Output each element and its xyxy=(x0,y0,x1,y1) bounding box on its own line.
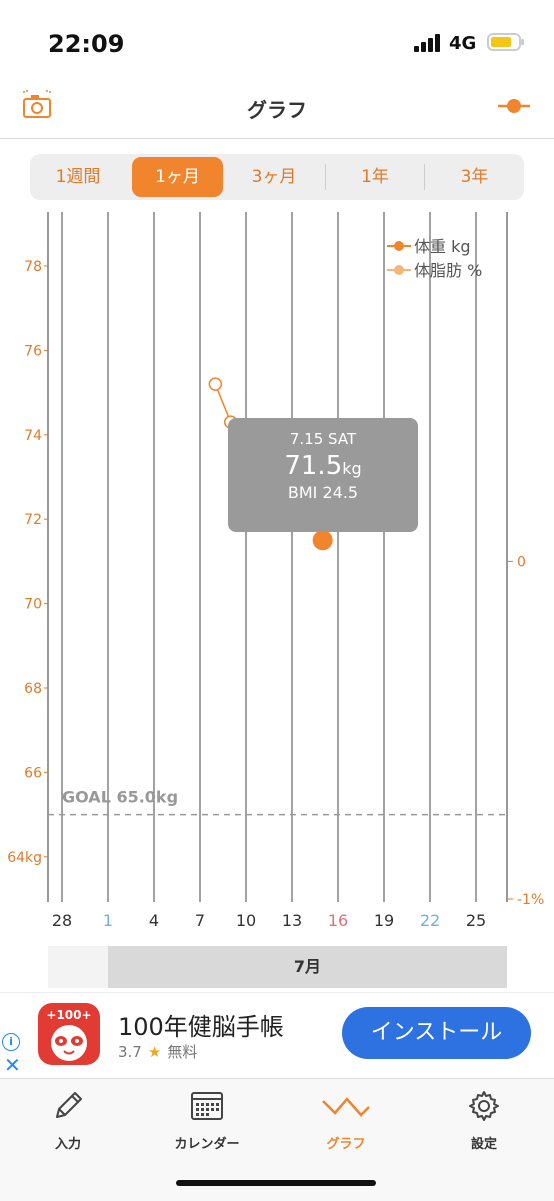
month-bar-prev xyxy=(48,946,108,988)
weight-point xyxy=(312,530,333,551)
x-tick-label: 4 xyxy=(149,911,159,930)
signal-icon xyxy=(414,34,444,52)
line-legend-icon[interactable] xyxy=(498,96,530,116)
svg-text:+100+: +100+ xyxy=(46,1008,91,1022)
y-tick-label: 66 xyxy=(24,765,42,781)
chart-canvas: 28 1 4 7 10 13 16 19 22 25 78 76 74 72 70 68 66 64kg 0 -1% G… xyxy=(7,212,544,930)
x-tick-label: 1 xyxy=(103,911,113,930)
gear-icon xyxy=(469,1091,499,1121)
tab-settings[interactable]: 設定 xyxy=(424,1089,544,1152)
status-time: 22:09 xyxy=(48,30,125,58)
y-tick-label: 74 xyxy=(24,428,42,444)
tooltip-date: 7.15 SAT xyxy=(289,430,357,448)
tab-3-years[interactable]: 3年 xyxy=(425,154,524,200)
pencil-icon xyxy=(56,1092,82,1118)
tooltip-weight: 71.5kg xyxy=(284,451,362,481)
x-tick-label: 28 xyxy=(52,911,72,930)
x-tick-label: 16 xyxy=(328,911,348,930)
tab-input[interactable]: 入力 xyxy=(8,1089,128,1152)
y-tick-label: 78 xyxy=(24,259,42,275)
y-tick-label: 76 xyxy=(24,343,42,359)
nav-bar: グラフ xyxy=(0,80,554,139)
x-tick-label: 22 xyxy=(420,911,440,930)
legend-label: 体重 kg xyxy=(414,237,471,256)
ad-info-icon[interactable]: i xyxy=(2,1033,20,1051)
y-tick-label: 72 xyxy=(24,512,42,528)
tab-graph[interactable]: グラフ xyxy=(286,1089,406,1152)
weight-chart[interactable]: 28 1 4 7 10 13 16 19 22 25 78 76 74 72 70 68 66 64kg 0 -1% G… xyxy=(0,212,554,992)
calendar-icon xyxy=(191,1092,223,1120)
x-tick-label: 7 xyxy=(195,911,205,930)
ad-app-logo: +100+ xyxy=(38,1003,100,1065)
network-type: 4G xyxy=(449,33,477,54)
x-tick-label: 13 xyxy=(282,911,302,930)
month-label: 7月 xyxy=(108,946,507,988)
legend-marker xyxy=(394,265,404,275)
ad-banner[interactable]: i ✕ +100+ 100年健脳手帳 3.7 ★ 無料 インストール xyxy=(0,992,554,1077)
tab-1-month[interactable]: 1ヶ月 xyxy=(132,157,223,197)
tab-1-week[interactable]: 1週間 xyxy=(30,154,126,200)
home-indicator xyxy=(176,1180,376,1186)
tab-3-months[interactable]: 3ヶ月 xyxy=(226,154,322,200)
y-tick-label: 70 xyxy=(24,597,42,613)
tab-1-year[interactable]: 1年 xyxy=(326,154,424,200)
y-right-tick-label: -1% xyxy=(517,892,544,908)
star-icon: ★ xyxy=(147,1043,162,1061)
graph-icon xyxy=(322,1097,370,1117)
body-fat-point xyxy=(208,377,223,391)
tab-calendar[interactable]: カレンダー xyxy=(147,1089,267,1152)
legend-label: 体脂肪 % xyxy=(414,261,482,280)
x-tick-label: 10 xyxy=(236,911,256,930)
ad-rating: 3.7 ★ 無料 xyxy=(118,1043,198,1061)
page-title: グラフ xyxy=(247,98,307,122)
legend-marker xyxy=(394,241,404,251)
period-selector: 1週間 1ヶ月 3ヶ月 1年 3年 xyxy=(30,154,524,200)
y-right-tick-label: 0 xyxy=(517,554,526,570)
x-tick-label: 19 xyxy=(374,911,394,930)
install-button[interactable]: インストール xyxy=(342,1007,531,1059)
goal-label: GOAL 65.0kg xyxy=(62,788,178,807)
battery-icon xyxy=(487,33,524,51)
status-bar: 22:09 4G xyxy=(0,0,554,88)
x-tick-label: 25 xyxy=(466,911,486,930)
y-tick-label: 68 xyxy=(24,681,42,697)
y-tick-label: 64kg xyxy=(7,850,42,866)
tooltip-bmi: BMI 24.5 xyxy=(287,483,359,502)
ad-close-icon[interactable]: ✕ xyxy=(4,1053,21,1077)
ad-app-name: 100年健脳手帳 xyxy=(118,1013,284,1041)
data-tooltip: 7.15 SAT 71.5kg BMI 24.5 xyxy=(228,418,418,532)
